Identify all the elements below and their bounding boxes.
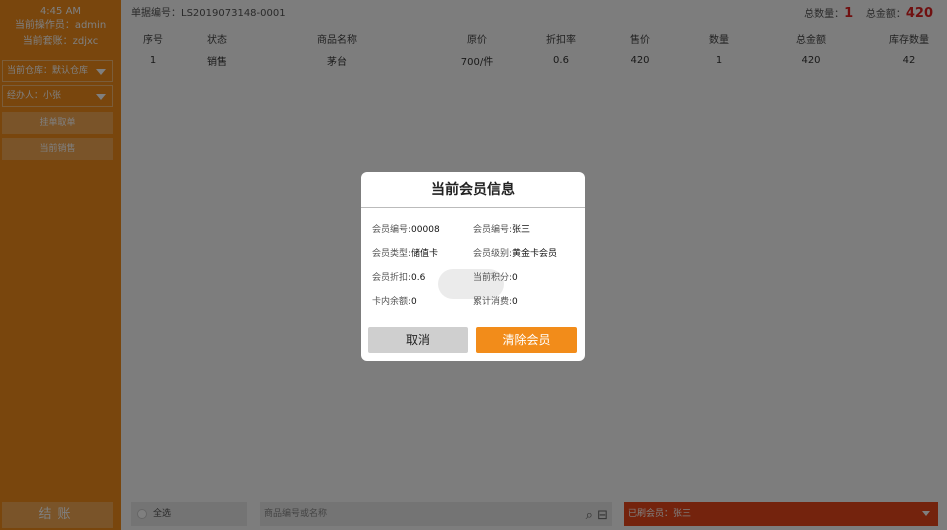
balance-value: 0 [411,297,417,307]
member-name-value: 张三 [512,225,531,235]
member-no-label: 会员编号: [372,225,412,235]
member-info-dialog: 当前会员信息 会员编号:00008 会员编号:张三 会员类型:储值卡 会员级别:… [361,172,585,361]
member-level-label: 会员级别: [473,249,513,259]
points-value: 0 [512,273,518,283]
discount-value: 0.6 [411,273,426,283]
member-no-value: 00008 [411,225,440,235]
clear-member-button[interactable]: 清除会员 [476,327,577,353]
cancel-button[interactable]: 取消 [368,327,468,353]
discount-label: 会员折扣: [372,273,412,283]
balance-label: 卡内余额: [372,297,412,307]
member-type-label: 会员类型: [372,249,412,259]
total-spent-value: 0 [512,297,518,307]
member-level-value: 黄金卡会员 [512,249,558,259]
member-name-label: 会员编号: [473,225,513,235]
member-type-value: 储值卡 [411,249,439,259]
member-info-grid: 会员编号:00008 会员编号:张三 会员类型:储值卡 会员级别:黄金卡会员 会… [372,222,582,318]
total-spent-label: 累计消费: [473,297,513,307]
dialog-title: 当前会员信息 [361,172,585,208]
points-label: 当前积分: [473,273,513,283]
